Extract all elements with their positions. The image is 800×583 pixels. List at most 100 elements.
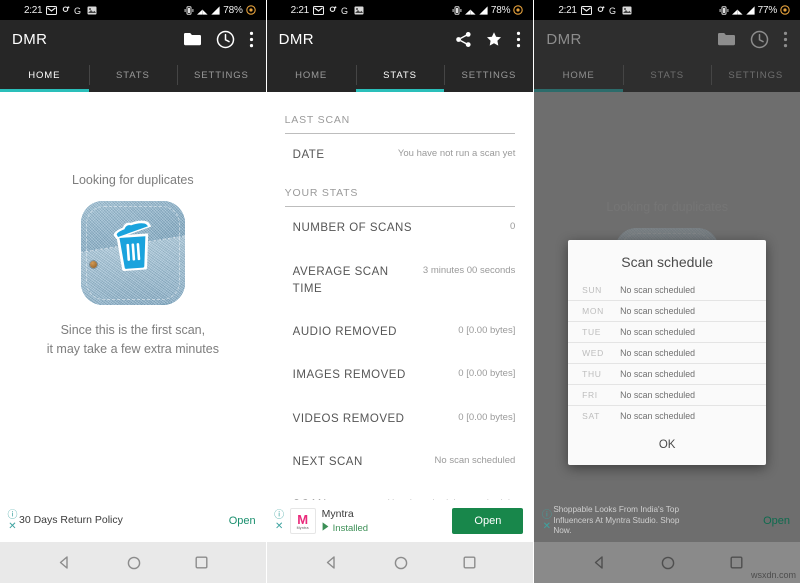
- table-row[interactable]: VIDEOS REMOVED 0 [0.00 bytes]: [267, 398, 534, 441]
- battery-label: 77%: [757, 4, 778, 16]
- list-item[interactable]: TUE No scan scheduled: [568, 321, 767, 342]
- back-icon[interactable]: [57, 555, 72, 570]
- table-row[interactable]: DATE You have not run a scan yet: [267, 134, 534, 177]
- table-row[interactable]: AVERAGE SCAN TIME 3 minutes 00 seconds: [267, 251, 534, 312]
- home-icon[interactable]: [394, 556, 408, 570]
- overflow-menu-icon[interactable]: [249, 31, 254, 48]
- folder-icon[interactable]: [183, 31, 202, 47]
- list-item[interactable]: SUN No scan scheduled: [568, 280, 766, 300]
- screenshot-icon: [622, 6, 632, 15]
- clock-icon[interactable]: [750, 30, 769, 49]
- stat-label: AUDIO REMOVED: [292, 326, 397, 338]
- gmail-icon: [46, 5, 58, 15]
- play-store-icon: [322, 522, 330, 534]
- home-content: Looking for duplicates Since this is the…: [0, 92, 266, 500]
- rivet-icon: [89, 260, 97, 268]
- tab-stats[interactable]: STATS: [355, 58, 445, 92]
- clock-icon[interactable]: [216, 30, 235, 49]
- app-bar: DMR: [0, 20, 266, 58]
- ad-subtitle-row: Installed: [322, 522, 453, 534]
- status-time: 2:21: [290, 4, 310, 16]
- stat-label: IMAGES REMOVED: [292, 369, 406, 382]
- status-bar-left: 2:21 G: [540, 5, 632, 16]
- schedule-value: No scan scheduled: [620, 285, 695, 295]
- overflow-menu-icon[interactable]: [783, 31, 788, 48]
- ad-close-icon[interactable]: ✕: [543, 521, 551, 532]
- table-row[interactable]: IMAGES REMOVED 0 [0.00 bytes]: [267, 354, 534, 397]
- tab-stats[interactable]: STATS: [622, 58, 712, 92]
- table-row[interactable]: NUMBER OF SCANS 0: [267, 207, 534, 250]
- table-row[interactable]: NEXT SCAN No scan scheduled: [267, 441, 534, 484]
- list-item[interactable]: MON No scan scheduled: [568, 300, 767, 321]
- list-item[interactable]: THU No scan scheduled: [568, 363, 767, 384]
- tab-settings[interactable]: SETTINGS: [177, 58, 266, 92]
- recents-icon[interactable]: [463, 556, 476, 569]
- ad-subtitle: Installed: [332, 522, 369, 534]
- table-row[interactable]: AUDIO REMOVED 0 [0.00 bytes]: [267, 311, 534, 354]
- ad-open-link[interactable]: Open: [753, 515, 790, 527]
- ad-desc-line1: Shoppable Looks From India's Top: [553, 505, 680, 515]
- ad-open-button[interactable]: Open: [452, 508, 524, 534]
- back-icon[interactable]: [324, 555, 339, 570]
- tab-home[interactable]: HOME: [0, 58, 89, 92]
- battery-label: 78%: [490, 4, 511, 16]
- ad-banner[interactable]: ⓘ ✕ Shoppable Looks From India's Top Inf…: [534, 500, 800, 542]
- ad-banner[interactable]: ⓘ ✕ M Myntra Myntra Installed Open: [266, 500, 534, 542]
- star-icon[interactable]: [486, 31, 502, 47]
- app-bar-actions: [717, 30, 788, 49]
- tab-home[interactable]: HOME: [267, 58, 356, 92]
- stat-value: No scan scheduled: [434, 454, 516, 466]
- signal-icon-2: [745, 5, 755, 15]
- app-bar: DMR: [534, 20, 800, 58]
- folder-icon[interactable]: [717, 31, 736, 47]
- app-bar-actions: [455, 31, 521, 48]
- table-row[interactable]: SCAN SCHEDULE Use the scheduler to sched…: [267, 484, 534, 500]
- tab-settings[interactable]: SETTINGS: [711, 58, 800, 92]
- ad-text: 30 Days Return Policy: [19, 514, 219, 527]
- signal-icon-2: [479, 5, 488, 15]
- dnd-icon: [780, 5, 790, 15]
- panel-stats: 2:21 G 78% DMR HOME STATS SETTINGS LAST …: [266, 0, 534, 583]
- ad-info-icon[interactable]: ⓘ: [274, 510, 284, 521]
- recents-icon[interactable]: [195, 556, 208, 569]
- stat-value: 0 [0.00 bytes]: [458, 368, 516, 380]
- home-icon[interactable]: [661, 556, 675, 570]
- ad-open-link[interactable]: Open: [219, 515, 256, 527]
- recents-icon[interactable]: [730, 556, 743, 569]
- tab-home[interactable]: HOME: [534, 58, 623, 92]
- scan-schedule-dialog: Scan schedule SUN No scan scheduled MON …: [568, 240, 767, 465]
- signal-icon: [464, 6, 476, 15]
- gmail-icon: [312, 5, 324, 15]
- home-icon[interactable]: [127, 556, 141, 570]
- location-icon: [596, 5, 605, 15]
- google-icon: G: [609, 6, 618, 15]
- status-bar-right: 77%: [719, 5, 794, 16]
- list-item[interactable]: FRI No scan scheduled: [568, 384, 767, 405]
- screenshot-icon: [354, 6, 364, 15]
- list-item[interactable]: WED No scan scheduled: [568, 342, 767, 363]
- overflow-menu-icon[interactable]: [516, 31, 521, 48]
- section-heading-last-scan: LAST SCAN: [284, 114, 351, 126]
- stat-value: 0 [0.00 bytes]: [458, 411, 516, 423]
- ad-banner[interactable]: ⓘ ✕ 30 Days Return Policy Open: [0, 500, 266, 542]
- ad-badges: ⓘ ✕: [273, 510, 286, 532]
- dialog-ok-button[interactable]: OK: [568, 426, 766, 455]
- share-icon[interactable]: [455, 31, 472, 48]
- ad-info-icon[interactable]: ⓘ: [542, 510, 552, 521]
- tab-stats[interactable]: STATS: [88, 58, 178, 92]
- battery-label: 78%: [223, 4, 243, 16]
- ad-info-icon[interactable]: ⓘ: [8, 510, 18, 521]
- svg-text:G: G: [74, 6, 81, 15]
- app-title: DMR: [12, 30, 48, 48]
- stats-content: LAST SCAN DATE You have not run a scan y…: [266, 92, 534, 500]
- google-icon: G: [341, 6, 350, 15]
- tab-settings[interactable]: SETTINGS: [444, 58, 533, 92]
- status-bar: 2:21 G 77%: [534, 0, 800, 20]
- stat-label: VIDEOS REMOVED: [292, 412, 405, 425]
- myntra-mark: M: [297, 511, 309, 527]
- ad-title: Myntra: [321, 507, 354, 520]
- ad-close-icon[interactable]: ✕: [275, 521, 283, 532]
- back-icon[interactable]: [592, 555, 607, 570]
- ad-close-icon[interactable]: ✕: [8, 521, 16, 532]
- list-item[interactable]: SAT No scan scheduled: [568, 405, 767, 426]
